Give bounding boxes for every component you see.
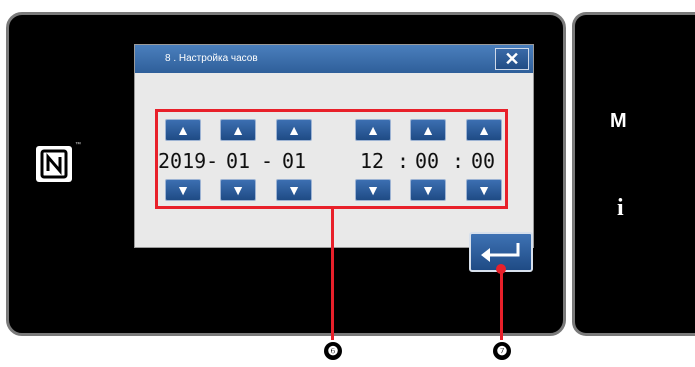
callout-leader-7 (500, 268, 503, 340)
info-button[interactable]: i (617, 195, 624, 222)
nfc-icon[interactable] (36, 146, 72, 182)
callout-6: ❻ (324, 342, 342, 360)
trademark-mark: ™ (75, 142, 81, 148)
datetime-highlight-box (155, 109, 508, 209)
callout-dot-7 (496, 264, 506, 274)
dialog-title: 8 . Настройка часов (165, 53, 258, 64)
callout-7: ❼ (493, 342, 511, 360)
dialog-titlebar: 8 . Настройка часов ✕ (135, 45, 533, 73)
menu-button[interactable]: M (610, 110, 627, 133)
callout-leader-6 (331, 208, 334, 340)
side-panel (572, 12, 695, 336)
close-button[interactable]: ✕ (495, 48, 529, 70)
